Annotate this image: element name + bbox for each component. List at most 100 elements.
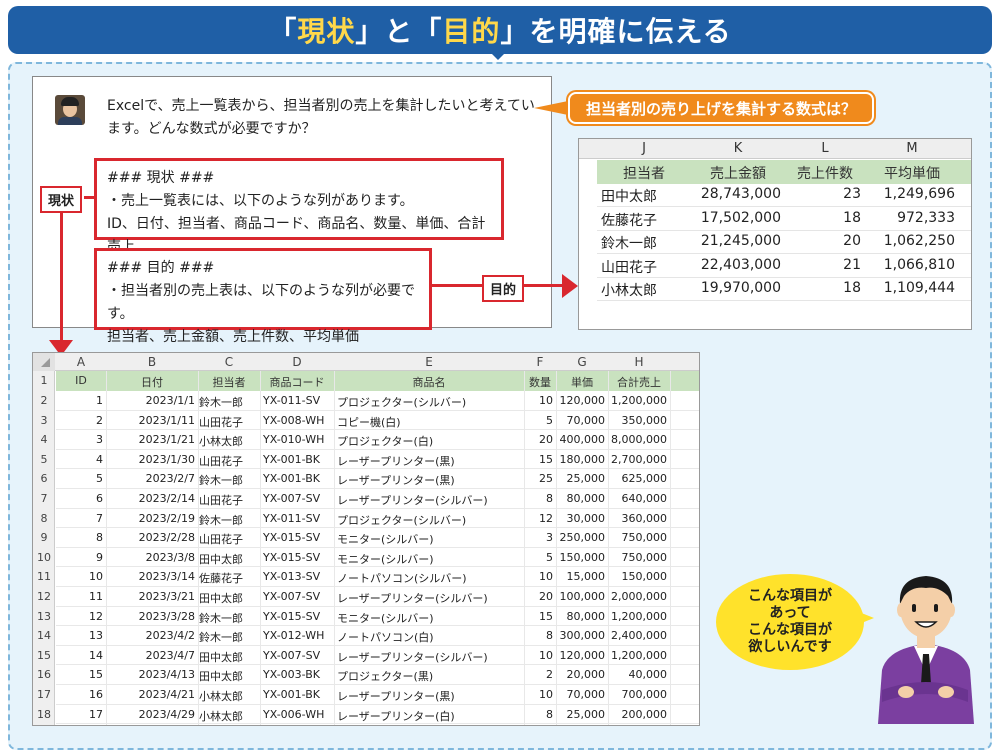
sheet-cell[interactable]: YX-010-WH — [263, 433, 331, 446]
sheet-row-number[interactable]: 16 — [33, 668, 55, 681]
sheet-cell[interactable]: 30,000 — [559, 512, 606, 525]
sheet-cell[interactable]: 山田花子 — [199, 453, 255, 469]
sheet-row-number[interactable]: 4 — [33, 433, 55, 446]
sheet-cell[interactable]: YX-001-BK — [263, 472, 331, 485]
sheet-cell[interactable]: 10 — [527, 688, 553, 701]
result-cell[interactable]: 1,066,810 — [869, 257, 955, 273]
sheet-row-number[interactable]: 5 — [33, 453, 55, 466]
sheet-cell[interactable]: 鈴木一郎 — [199, 394, 255, 410]
sheet-cell[interactable]: 750,000 — [611, 551, 668, 564]
sheet-cell[interactable]: モニター(シルバー) — [337, 531, 521, 547]
sheet-cell[interactable]: レーザープリンター(シルバー) — [337, 492, 521, 508]
sheet-cell[interactable]: 750,000 — [611, 531, 668, 544]
sheet-cell[interactable]: 15 — [527, 453, 553, 466]
sheet-cell[interactable]: YX-003-BK — [263, 668, 331, 681]
sheet-row-number[interactable]: 2 — [33, 394, 55, 407]
result-cell[interactable]: 鈴木一郎 — [601, 233, 687, 253]
sheet-row-number[interactable]: 17 — [33, 688, 55, 701]
sheet-cell[interactable]: 15 — [59, 668, 103, 681]
sheet-cell[interactable]: 20 — [527, 433, 553, 446]
sheet-cell[interactable]: YX-007-SV — [263, 649, 331, 662]
sheet-header-cell[interactable]: 商品コード — [260, 374, 334, 390]
sheet-row-number[interactable]: 15 — [33, 649, 55, 662]
sheet-cell[interactable]: 5 — [527, 551, 553, 564]
result-cell[interactable]: 28,743,000 — [695, 186, 781, 202]
sheet-cell[interactable]: YX-015-SV — [263, 551, 331, 564]
sheet-cell[interactable]: 小林太郎 — [199, 688, 255, 704]
sheet-cell[interactable]: 2023/2/14 — [109, 492, 195, 505]
result-cell[interactable]: 23 — [789, 186, 861, 202]
sheet-cell[interactable]: 150,000 — [611, 570, 668, 583]
sheet-cell[interactable]: 8,000,000 — [611, 433, 667, 446]
sheet-header-cell[interactable]: 商品名 — [334, 374, 524, 390]
result-header-cell[interactable]: 売上件数 — [785, 163, 865, 183]
result-cell[interactable]: 1,109,444 — [869, 280, 955, 296]
sheet-cell[interactable]: 150,000 — [559, 551, 606, 564]
sheet-cell[interactable]: 2023/1/11 — [109, 414, 195, 427]
sheet-cell[interactable]: 120,000 — [559, 394, 606, 407]
sheet-cell[interactable]: 2023/2/7 — [109, 472, 195, 485]
sheet-cell[interactable]: プロジェクター(黒) — [337, 668, 521, 684]
sheet-col-letter[interactable]: A — [56, 355, 106, 369]
sheet-cell[interactable]: 2023/3/28 — [109, 610, 195, 623]
sheet-cell[interactable]: 鈴木一郎 — [199, 472, 255, 488]
sheet-cell[interactable]: 3 — [527, 531, 553, 544]
sheet-col-letter[interactable]: B — [106, 355, 198, 369]
sheet-cell[interactable]: 1,200,000 — [611, 649, 667, 662]
sheet-cell[interactable]: 9 — [59, 551, 103, 564]
sheet-cell[interactable]: YX-012-WH — [263, 629, 331, 642]
sheet-cell[interactable]: 10 — [527, 394, 553, 407]
sheet-cell[interactable]: 10 — [59, 570, 103, 583]
sheet-cell[interactable]: 16 — [59, 688, 103, 701]
sheet-cell[interactable]: 田中太郎 — [199, 668, 255, 684]
sheet-cell[interactable]: 鈴木一郎 — [199, 610, 255, 626]
sheet-cell[interactable]: 10 — [527, 649, 553, 662]
sheet-cell[interactable]: 400,000 — [559, 433, 606, 446]
sheet-cell[interactable]: 2023/2/28 — [109, 531, 195, 544]
sheet-cell[interactable]: 350,000 — [611, 414, 668, 427]
sheet-cell[interactable]: YX-007-SV — [263, 590, 331, 603]
sheet-cell[interactable]: 11 — [59, 590, 103, 603]
sheet-cell[interactable]: YX-001-BK — [263, 453, 331, 466]
sheet-cell[interactable]: 2,000,000 — [611, 590, 667, 603]
result-cell[interactable]: 1,062,250 — [869, 233, 955, 249]
result-cell[interactable]: 972,333 — [869, 210, 955, 226]
result-cell[interactable]: 佐藤花子 — [601, 210, 687, 230]
sheet-cell[interactable]: 10 — [527, 570, 553, 583]
sheet-cell[interactable]: 250,000 — [559, 531, 606, 544]
sheet-cell[interactable]: 2023/3/14 — [109, 570, 195, 583]
result-cell[interactable]: 19,970,000 — [695, 280, 781, 296]
sheet-cell[interactable]: 山田花子 — [199, 414, 255, 430]
result-cell[interactable]: 20 — [789, 233, 861, 249]
sheet-cell[interactable]: 8 — [527, 492, 553, 505]
sheet-cell[interactable]: 5 — [59, 472, 103, 485]
result-cell[interactable]: 18 — [789, 210, 861, 226]
sheet-cell[interactable]: 640,000 — [611, 492, 668, 505]
sheet-cell[interactable]: 14 — [59, 649, 103, 662]
result-col-letter[interactable]: J — [597, 141, 691, 156]
sheet-cell[interactable]: YX-007-SV — [263, 492, 331, 505]
sheet-cell[interactable]: 40,000 — [611, 668, 668, 681]
sheet-row-number[interactable]: 3 — [33, 414, 55, 427]
sheet-cell[interactable]: 8 — [59, 531, 103, 544]
sheet-cell[interactable]: 山田花子 — [199, 531, 255, 547]
sheet-row-number[interactable]: 14 — [33, 629, 55, 642]
sheet-cell[interactable]: 2 — [59, 414, 103, 427]
sheet-cell[interactable]: 300,000 — [559, 629, 606, 642]
sheet-cell[interactable]: 80,000 — [559, 610, 606, 623]
sheet-row-number[interactable]: 8 — [33, 512, 55, 525]
sheet-row-number[interactable]: 13 — [33, 610, 55, 623]
sheet-cell[interactable]: YX-006-WH — [263, 708, 331, 721]
sheet-cell[interactable]: 5 — [527, 414, 553, 427]
sheet-cell[interactable]: 2023/3/8 — [109, 551, 195, 564]
sheet-cell[interactable]: レーザープリンター(シルバー) — [337, 649, 521, 665]
sheet-row-number[interactable]: 7 — [33, 492, 55, 505]
sheet-cell[interactable]: モニター(シルバー) — [337, 610, 521, 626]
sheet-cell[interactable]: 180,000 — [559, 453, 606, 466]
sheet-col-letter[interactable]: E — [334, 355, 524, 369]
sheet-col-letter[interactable]: G — [556, 355, 608, 369]
sheet-cell[interactable]: 2023/1/1 — [109, 394, 195, 407]
sheet-cell[interactable]: プロジェクター(白) — [337, 433, 521, 449]
sheet-cell[interactable]: 2023/4/2 — [109, 629, 195, 642]
sheet-row-number[interactable]: 6 — [33, 472, 55, 485]
